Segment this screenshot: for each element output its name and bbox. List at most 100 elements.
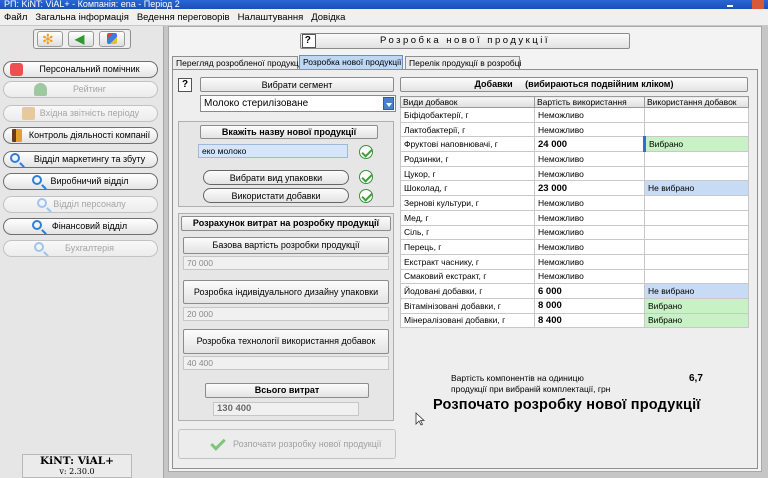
table-row[interactable]: Шоколад, г 23 000 Не вибрано bbox=[400, 180, 749, 197]
additive-usage-cell[interactable] bbox=[644, 121, 749, 138]
additive-usage-cell[interactable] bbox=[644, 239, 749, 255]
table-row[interactable]: Екстракт часнику, г Неможливо bbox=[400, 253, 749, 270]
additive-price-cell[interactable]: 24 000 bbox=[534, 136, 645, 153]
additive-name-cell[interactable]: Йодовані добавки, г bbox=[400, 283, 535, 299]
toolbar-star-button[interactable]: ✻ bbox=[37, 31, 63, 47]
table-row[interactable]: Мінералізовані добавки, г8 400 Вибрано bbox=[400, 312, 749, 329]
additive-usage-cell[interactable] bbox=[644, 107, 749, 123]
additive-usage-cell[interactable]: Вибрано bbox=[644, 297, 749, 314]
table-row[interactable]: Зернові культури, г Неможливо bbox=[400, 195, 749, 211]
sidebar-item-activity-control[interactable]: Контроль діяльності компанії bbox=[3, 127, 158, 144]
table-row[interactable]: Цукор, г Неможливо bbox=[400, 165, 749, 182]
additive-usage-cell[interactable] bbox=[644, 268, 749, 285]
tab-new-product-development[interactable]: Розробка нової продукції bbox=[299, 55, 403, 70]
additive-usage-cell[interactable] bbox=[644, 224, 749, 241]
additive-price-cell[interactable]: 8 400 bbox=[534, 312, 645, 329]
product-name-header: Вкажіть назву нової продукції bbox=[200, 125, 378, 139]
additive-usage-cell[interactable] bbox=[644, 151, 749, 167]
sidebar-item-personnel[interactable]: Відділ персоналу bbox=[3, 196, 158, 213]
additive-technology-cost-button[interactable]: Розробка технології використання добавок bbox=[183, 329, 389, 354]
additive-usage-cell[interactable]: Вибрано bbox=[644, 312, 749, 329]
additive-price-cell[interactable]: Неможливо bbox=[534, 107, 645, 123]
additive-usage-cell[interactable]: Не вибрано bbox=[644, 180, 749, 197]
additive-name-cell[interactable]: Шоколад, г bbox=[400, 180, 535, 197]
close-button[interactable] bbox=[752, 0, 764, 9]
additive-name-cell[interactable]: Мінералізовані добавки, г bbox=[400, 312, 535, 329]
additive-usage-cell[interactable] bbox=[644, 209, 749, 226]
additive-name-cell[interactable]: Сіль, г bbox=[400, 224, 535, 241]
segment-help-button[interactable]: ? bbox=[178, 78, 192, 92]
additive-usage-cell[interactable] bbox=[644, 165, 749, 182]
table-row[interactable]: Смаковий екстракт, г Неможливо bbox=[400, 268, 749, 285]
version-title: KiNT: ViAL+ bbox=[40, 455, 114, 467]
additive-usage-cell[interactable] bbox=[644, 253, 749, 270]
help-button[interactable]: ? bbox=[302, 34, 316, 48]
choose-segment-button[interactable]: Вибрати сегмент bbox=[200, 77, 394, 92]
additive-price-cell[interactable]: 23 000 bbox=[534, 180, 645, 197]
sidebar-item-marketing[interactable]: Відділ маркетингу та збуту bbox=[3, 151, 158, 168]
additive-price-cell[interactable]: Неможливо bbox=[534, 121, 645, 138]
table-row[interactable]: Родзинки, г Неможливо bbox=[400, 151, 749, 167]
toolbar-tools-button[interactable] bbox=[99, 31, 125, 47]
additive-usage-cell[interactable] bbox=[644, 195, 749, 211]
additive-name-cell[interactable]: Перець, г bbox=[400, 239, 535, 255]
menu-help[interactable]: Довідка bbox=[307, 9, 349, 26]
table-row[interactable]: Мед, г Неможливо bbox=[400, 209, 749, 226]
product-name-input[interactable]: еко молоко bbox=[198, 144, 348, 158]
additive-name-cell[interactable]: Родзинки, г bbox=[400, 151, 535, 167]
table-row[interactable]: Біфідобактерії, г Неможливо bbox=[400, 107, 749, 123]
sidebar-item-finance[interactable]: Фінансовий відділ bbox=[3, 218, 158, 235]
page-title-button[interactable]: ? Розробка нової продукції bbox=[300, 33, 630, 49]
menu-settings[interactable]: Налаштування bbox=[234, 9, 308, 26]
additive-price-cell[interactable]: Неможливо bbox=[534, 268, 645, 285]
additive-name-cell[interactable]: Мед, г bbox=[400, 209, 535, 226]
table-row[interactable]: Лактобактерії, г Неможливо bbox=[400, 121, 749, 138]
total-cost-value: 130 400 bbox=[213, 402, 359, 416]
table-row[interactable]: Вітамінізовані добавки, г8 000 Вибрано bbox=[400, 297, 749, 314]
sidebar-item-production[interactable]: Виробничий відділ bbox=[3, 173, 158, 190]
additive-price-cell[interactable]: Неможливо bbox=[534, 239, 645, 255]
tab-products-in-development[interactable]: Перелік продукції в розробці bbox=[405, 56, 521, 70]
additive-usage-cell[interactable]: Вибрано bbox=[643, 136, 749, 153]
menu-negotiations[interactable]: Ведення переговорів bbox=[133, 9, 234, 26]
packaging-design-cost-button[interactable]: Розробка індивідуального дизайну упаковк… bbox=[183, 280, 389, 304]
menu-file[interactable]: Файл bbox=[0, 9, 31, 26]
additive-price-cell[interactable]: Неможливо bbox=[534, 195, 645, 211]
choose-packaging-button[interactable]: Вибрати вид упаковки bbox=[203, 170, 349, 185]
table-row[interactable]: Перець, г Неможливо bbox=[400, 239, 749, 255]
additive-price-cell[interactable]: Неможливо bbox=[534, 253, 645, 270]
sidebar-item-accounting[interactable]: Бухгалтерія bbox=[3, 240, 158, 257]
additive-name-cell[interactable]: Екстракт часнику, г bbox=[400, 253, 535, 270]
table-row[interactable]: Йодовані добавки, г6 000 Не вибрано bbox=[400, 283, 749, 299]
table-row[interactable]: Фруктові наповнювачі, г 24 000 Вибрано bbox=[400, 136, 749, 153]
additive-name-cell[interactable]: Лактобактерії, г bbox=[400, 121, 535, 138]
sidebar-item-incoming-reports[interactable]: Вхідна звітність періоду bbox=[3, 105, 158, 122]
use-additives-button[interactable]: Використати добавки bbox=[203, 188, 349, 203]
base-cost-button[interactable]: Базова вартість розробки продукції bbox=[183, 237, 389, 254]
menu-general-info[interactable]: Загальна інформація bbox=[31, 9, 132, 26]
tab-developed-products[interactable]: Перегляд розробленої продукції bbox=[172, 56, 303, 70]
additive-price-cell[interactable]: Неможливо bbox=[534, 224, 645, 241]
additive-name-cell[interactable]: Смаковий екстракт, г bbox=[400, 268, 535, 285]
segment-dropdown[interactable]: Молоко стерилізоване bbox=[200, 95, 396, 112]
tools-icon bbox=[107, 33, 117, 44]
sidebar-item-personal-assistant[interactable]: Персональний помічник bbox=[3, 61, 158, 78]
window-title: РП: KiNT: ViAL+ - Компанія: ena - Період… bbox=[4, 0, 180, 9]
chevron-down-icon[interactable] bbox=[383, 97, 394, 110]
additive-price-cell[interactable]: 8 000 bbox=[534, 297, 645, 314]
additive-price-cell[interactable]: Неможливо bbox=[534, 209, 645, 226]
start-development-button[interactable]: Розпочати розробку нової продукції bbox=[178, 429, 396, 459]
additive-name-cell[interactable]: Цукор, г bbox=[400, 165, 535, 182]
additive-price-cell[interactable]: Неможливо bbox=[534, 165, 645, 182]
additive-usage-cell[interactable]: Не вибрано bbox=[644, 283, 749, 299]
additive-name-cell[interactable]: Вітамінізовані добавки, г bbox=[400, 297, 535, 314]
table-row[interactable]: Сіль, г Неможливо bbox=[400, 224, 749, 241]
minimize-button[interactable] bbox=[724, 0, 736, 9]
additive-price-cell[interactable]: 6 000 bbox=[534, 283, 645, 299]
additive-name-cell[interactable]: Фруктові наповнювачі, г bbox=[400, 136, 535, 153]
sidebar-item-rating[interactable]: Рейтинг bbox=[3, 81, 158, 98]
toolbar-back-button[interactable]: ◀ bbox=[68, 31, 94, 47]
additive-name-cell[interactable]: Зернові культури, г bbox=[400, 195, 535, 211]
additive-name-cell[interactable]: Біфідобактерії, г bbox=[400, 107, 535, 123]
additive-price-cell[interactable]: Неможливо bbox=[534, 151, 645, 167]
